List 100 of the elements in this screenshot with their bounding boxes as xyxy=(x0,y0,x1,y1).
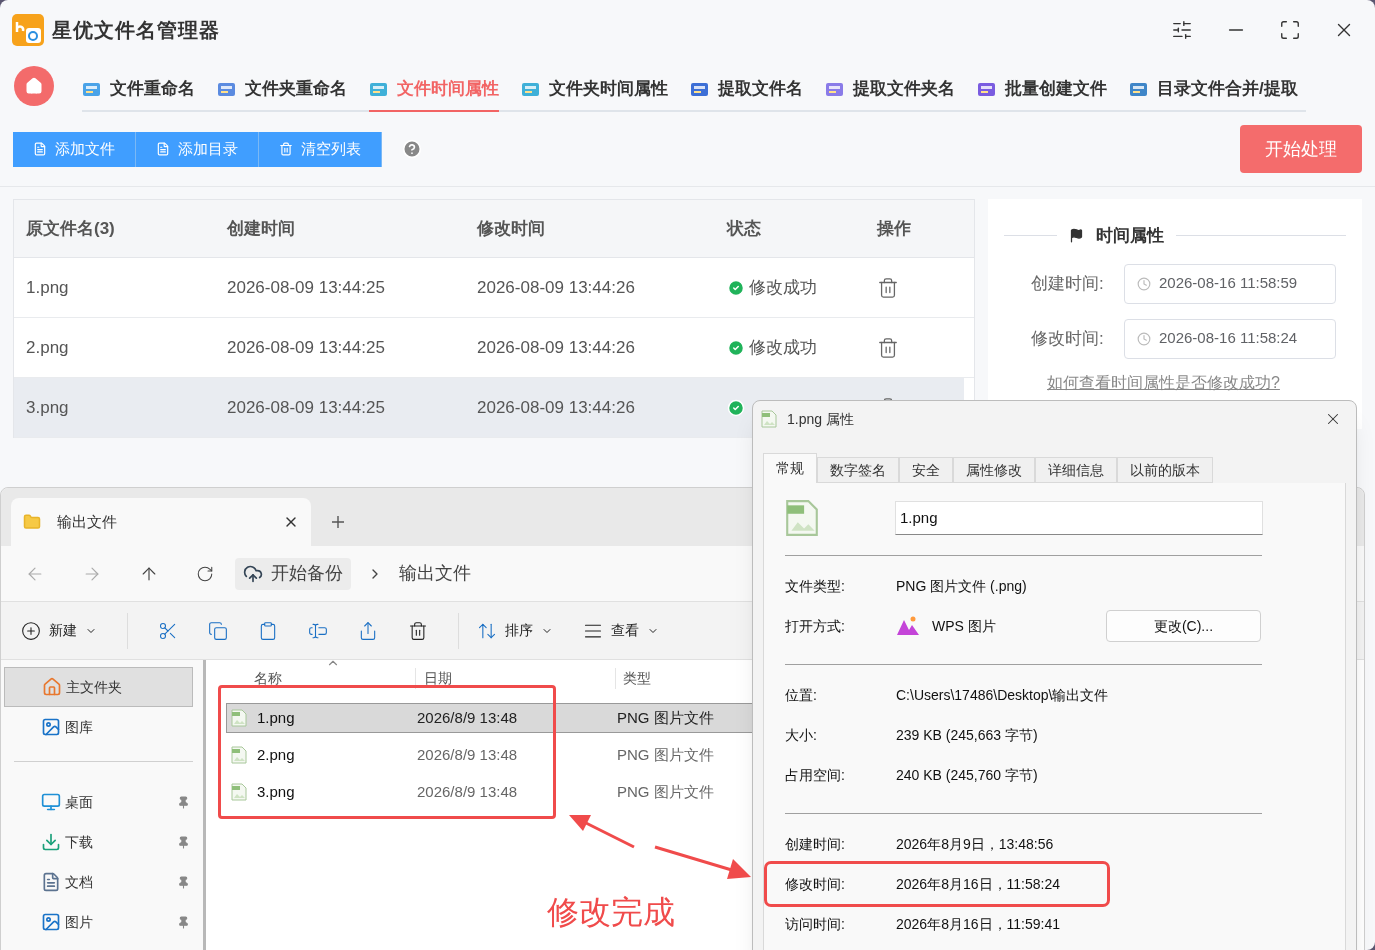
folder-icon xyxy=(23,513,41,531)
delete-icon[interactable] xyxy=(877,276,899,299)
table-cell: 2026-08-09 13:44:25 xyxy=(214,378,464,437)
refresh-icon[interactable] xyxy=(196,564,214,583)
view-button[interactable]: 查看 xyxy=(583,620,659,641)
sort-button[interactable]: 排序 xyxy=(477,620,553,641)
time-field[interactable]: 2026-08-16 11:58:24 xyxy=(1124,318,1336,359)
cloud-upload-icon xyxy=(243,563,263,584)
pin-icon[interactable] xyxy=(177,835,190,849)
delete-icon[interactable] xyxy=(408,620,428,641)
feature-tab[interactable]: 目录文件合并/提取 xyxy=(1129,68,1298,112)
feature-tab[interactable]: 批量创建文件 xyxy=(977,68,1107,112)
column-header[interactable]: 名称 xyxy=(216,667,416,689)
help-link[interactable]: 如何查看时间属性是否修改成功? xyxy=(1047,373,1280,391)
annotation-text: 修改完成 xyxy=(547,893,675,932)
property-label: 打开方式: xyxy=(785,616,846,636)
property-value: 239 KB (245,663 字节) xyxy=(896,725,1038,745)
property-value: C:\Users\17486\Desktop\输出文件 xyxy=(896,685,1109,705)
png-file-icon xyxy=(761,410,777,428)
pin-icon[interactable] xyxy=(177,875,190,889)
column-header[interactable]: 日期 xyxy=(416,667,616,689)
picture-icon xyxy=(41,717,61,737)
column-header: 状态 xyxy=(725,217,762,240)
file-date: 2026/8/9 13:48 xyxy=(417,781,519,802)
cut-icon[interactable] xyxy=(158,620,178,641)
file-date: 2026/8/9 13:48 xyxy=(417,744,519,765)
feature-tab[interactable]: 提取文件名 xyxy=(690,68,803,112)
png-file-icon xyxy=(231,783,247,801)
clock-icon xyxy=(1137,276,1151,291)
file-type: PNG 图片文件 xyxy=(617,781,714,802)
feature-tab[interactable]: 文件夹时间属性 xyxy=(521,68,668,112)
property-label: 创建时间: xyxy=(785,834,846,854)
file-name: 2.png xyxy=(257,744,295,765)
file-date: 2026/8/9 13:48 xyxy=(417,707,519,728)
column-header: 操作 xyxy=(875,217,912,240)
feature-tab[interactable]: 文件夹重命名 xyxy=(217,68,347,112)
panel-title: 时间属性 xyxy=(1096,225,1164,247)
success-icon xyxy=(727,338,745,357)
home-icon xyxy=(25,77,43,95)
dialog-title: 1.png 属性 xyxy=(787,409,855,429)
delete-icon[interactable] xyxy=(877,336,899,359)
change-button[interactable]: 更改(C)... xyxy=(1106,610,1261,642)
property-label: 修改时间: xyxy=(785,874,846,894)
property-label: 位置: xyxy=(785,685,818,705)
feature-tab[interactable]: 提取文件夹名 xyxy=(825,68,955,112)
property-value: 240 KB (245,760 字节) xyxy=(896,765,1038,785)
settings-icon[interactable] xyxy=(1171,19,1193,41)
breadcrumb-item[interactable]: 开始备份 xyxy=(235,557,351,590)
sidebar-item[interactable]: 主文件夹 xyxy=(4,667,193,707)
app-icon xyxy=(896,616,920,636)
status-text: 修改成功 xyxy=(749,336,817,359)
dialog-tab[interactable]: 数字签名 xyxy=(817,457,899,483)
dialog-tab[interactable]: 以前的版本 xyxy=(1117,457,1213,483)
column-header: 原文件名(3) xyxy=(25,217,116,240)
breadcrumb-item[interactable]: 输出文件 xyxy=(399,560,471,587)
property-value: PNG 图片文件 (.png) xyxy=(896,576,1027,596)
time-field[interactable]: 2026-08-16 11:58:59 xyxy=(1124,263,1336,304)
trash-icon xyxy=(279,142,293,156)
dialog-tab[interactable]: 常规 xyxy=(763,453,817,483)
property-label: 文件类型: xyxy=(785,576,846,596)
file-type: PNG 图片文件 xyxy=(617,744,714,765)
sidebar-item[interactable]: 下载 xyxy=(4,822,193,862)
file-name: 1.png xyxy=(257,707,295,728)
dialog-tab[interactable]: 详细信息 xyxy=(1035,457,1117,483)
sidebar-item[interactable]: 文档 xyxy=(4,862,193,902)
pin-icon[interactable] xyxy=(177,915,190,929)
dialog-tab[interactable]: 属性修改 xyxy=(953,457,1035,483)
app-logo xyxy=(12,14,44,46)
property-label: 访问时间: xyxy=(785,914,846,934)
property-value: WPS 图片 xyxy=(932,616,997,636)
document-icon xyxy=(41,872,61,892)
paste-icon[interactable] xyxy=(258,620,278,641)
sidebar-item[interactable]: 图库 xyxy=(4,707,193,747)
sidebar-item[interactable]: 桌面 xyxy=(4,782,193,822)
plus-icon xyxy=(21,620,41,641)
maximize-icon[interactable] xyxy=(1279,19,1301,41)
field-label: 创建时间: xyxy=(1031,272,1105,295)
field-label: 修改时间: xyxy=(1031,327,1105,350)
annotation-arrow xyxy=(568,813,636,849)
property-value: 2026年8月16日，11:59:41 xyxy=(896,914,1060,934)
file-type: PNG 图片文件 xyxy=(617,707,714,728)
png-file-icon xyxy=(231,746,247,764)
png-file-icon xyxy=(785,499,819,537)
success-icon xyxy=(727,398,745,417)
table-cell: 2026-08-09 13:44:26 xyxy=(464,378,714,437)
feature-tab[interactable]: 文件重命名 xyxy=(82,68,195,112)
explorer-tab[interactable]: 输出文件 xyxy=(11,498,311,546)
new-button[interactable]: 新建 xyxy=(21,620,97,641)
dialog-tab[interactable]: 安全 xyxy=(899,457,953,483)
filename-field[interactable]: 1.png xyxy=(895,501,1263,535)
help-icon[interactable] xyxy=(402,139,422,159)
share-icon[interactable] xyxy=(358,620,378,641)
copy-icon[interactable] xyxy=(208,620,228,641)
sidebar-item[interactable]: 图片 xyxy=(4,902,193,942)
home-button[interactable] xyxy=(14,66,54,106)
pin-icon[interactable] xyxy=(177,795,190,809)
status-text: 修改成功 xyxy=(749,276,817,299)
home-icon xyxy=(42,677,62,697)
table-cell: 3.png xyxy=(14,378,214,437)
clock-icon xyxy=(1137,331,1151,346)
